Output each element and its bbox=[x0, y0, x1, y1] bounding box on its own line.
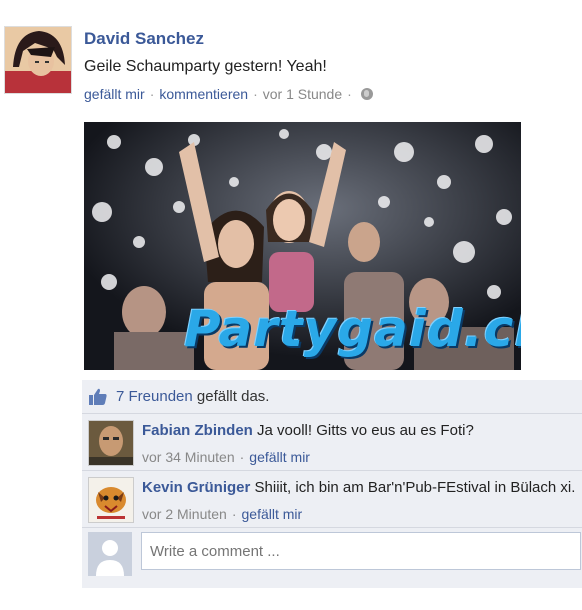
comment-body: Kevin Grüniger Shiiit, ich bin am Bar'n'… bbox=[142, 479, 575, 496]
comment-like-link[interactable]: gefällt mir bbox=[242, 506, 303, 522]
likers-link[interactable]: 7 Freunden bbox=[116, 388, 193, 405]
comment-item: Fabian Zbinden Ja vooll! Gitts vo eus au… bbox=[82, 414, 582, 471]
author-avatar[interactable] bbox=[4, 26, 72, 94]
commenter-avatar[interactable] bbox=[88, 477, 134, 523]
default-avatar-icon bbox=[88, 532, 132, 576]
comment-timestamp[interactable]: vor 2 Minuten bbox=[142, 506, 227, 522]
separator: · bbox=[347, 86, 352, 102]
post-comment-link[interactable]: kommentieren bbox=[159, 86, 248, 102]
comment-item: Kevin Grüniger Shiiit, ich bin am Bar'n'… bbox=[82, 471, 582, 528]
likes-summary: 7 Freunden gefällt das. bbox=[82, 380, 582, 414]
photo-watermark: Partygaid.ch bbox=[184, 300, 521, 358]
globe-icon[interactable] bbox=[360, 88, 373, 100]
comment-like-link[interactable]: gefällt mir bbox=[249, 449, 310, 465]
post-like-link[interactable]: gefällt mir bbox=[84, 86, 145, 102]
post-author-name[interactable]: David Sanchez bbox=[84, 29, 204, 49]
separator: · bbox=[149, 86, 155, 102]
likes-text: 7 Freunden gefällt das. bbox=[116, 388, 269, 405]
post-timestamp[interactable]: vor 1 Stunde bbox=[263, 86, 342, 102]
comment-input[interactable] bbox=[141, 532, 581, 570]
comment-timestamp[interactable]: vor 34 Minuten bbox=[142, 449, 235, 465]
comment-meta: vor 34 Minuten · gefällt mir bbox=[142, 449, 310, 465]
comment-text: Ja vooll! Gitts vo eus au es Foti? bbox=[257, 422, 474, 439]
commenter-name[interactable]: Kevin Grüniger bbox=[142, 479, 250, 496]
comment-meta: vor 2 Minuten · gefällt mir bbox=[142, 506, 302, 522]
post-photo[interactable]: Partygaid.ch bbox=[84, 122, 521, 370]
post-text: Geile Schaumparty gestern! Yeah! bbox=[84, 58, 327, 75]
likes-suffix: gefällt das. bbox=[196, 388, 270, 405]
post-meta: gefällt mir · kommentieren · vor 1 Stund… bbox=[84, 86, 373, 102]
commenter-name[interactable]: Fabian Zbinden bbox=[142, 422, 253, 439]
comment-composer bbox=[82, 530, 582, 588]
separator: · bbox=[231, 506, 237, 522]
separator: · bbox=[239, 449, 245, 465]
commenter-avatar[interactable] bbox=[88, 420, 134, 466]
separator: · bbox=[253, 86, 258, 102]
comment-body: Fabian Zbinden Ja vooll! Gitts vo eus au… bbox=[142, 422, 474, 439]
thumbs-up-icon bbox=[89, 388, 107, 405]
comment-text: Shiiit, ich bin am Bar'n'Pub-FEstival in… bbox=[254, 479, 576, 496]
